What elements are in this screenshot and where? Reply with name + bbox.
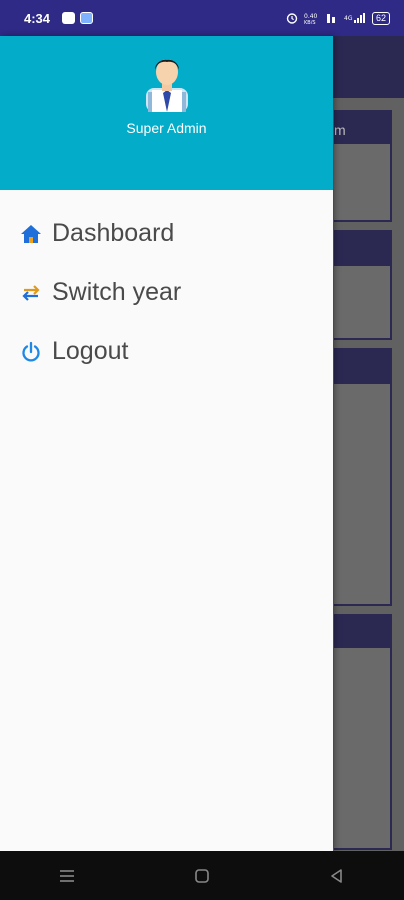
menu-item-dashboard[interactable]: Dashboard bbox=[0, 204, 333, 263]
recent-apps-button[interactable] bbox=[47, 856, 87, 896]
battery-indicator: 62 bbox=[371, 11, 390, 25]
user-avatar-icon[interactable] bbox=[142, 50, 192, 112]
background-card-body bbox=[334, 384, 392, 606]
svg-text:KB/S: KB/S bbox=[304, 20, 316, 24]
swap-icon bbox=[20, 282, 42, 304]
menu-item-logout[interactable]: Logout bbox=[0, 322, 333, 381]
notification-app-icon bbox=[62, 12, 76, 24]
home-square-icon bbox=[195, 868, 209, 883]
user-name: Super Admin bbox=[126, 120, 207, 136]
menu-item-label: Logout bbox=[52, 337, 129, 365]
background-text: m bbox=[334, 122, 346, 138]
background-card-header bbox=[334, 230, 392, 266]
menu-icon bbox=[60, 869, 75, 882]
system-navigation-bar bbox=[0, 851, 404, 900]
back-triangle-icon bbox=[330, 868, 342, 883]
back-button[interactable] bbox=[317, 856, 357, 896]
power-icon bbox=[20, 341, 42, 363]
svg-text:0.40: 0.40 bbox=[304, 13, 318, 20]
notification-icons bbox=[62, 12, 94, 24]
menu-item-switch-year[interactable]: Switch year bbox=[0, 263, 333, 322]
signal-icon bbox=[326, 14, 335, 23]
background-card-header bbox=[334, 614, 392, 648]
background-card-header bbox=[334, 348, 392, 384]
menu-item-label: Switch year bbox=[52, 278, 182, 306]
status-time: 4:34 bbox=[24, 10, 51, 26]
notification-app-icon-2 bbox=[80, 12, 94, 24]
navigation-drawer: Super Admin Dashboard Switch year Logout bbox=[0, 36, 333, 851]
background-card-body bbox=[334, 266, 392, 340]
cellular-signal-icon: 4G bbox=[344, 13, 365, 23]
menu-item-label: Dashboard bbox=[52, 219, 175, 247]
drawer-header: Super Admin bbox=[0, 36, 333, 190]
data-speed-icon: 0.40KB/S bbox=[304, 13, 318, 24]
background-card-body bbox=[334, 144, 392, 222]
status-indicators: 0.40 KB/S 4G 62 bbox=[286, 11, 390, 25]
status-bar: 4:34 0.40 KB/S 4G 62 bbox=[0, 0, 404, 36]
drawer-menu: Dashboard Switch year Logout bbox=[0, 204, 333, 381]
svg-text:4G: 4G bbox=[344, 15, 353, 22]
home-icon bbox=[20, 223, 42, 245]
home-button[interactable] bbox=[182, 856, 222, 896]
alarm-icon bbox=[286, 13, 298, 24]
background-card-body bbox=[334, 648, 392, 850]
